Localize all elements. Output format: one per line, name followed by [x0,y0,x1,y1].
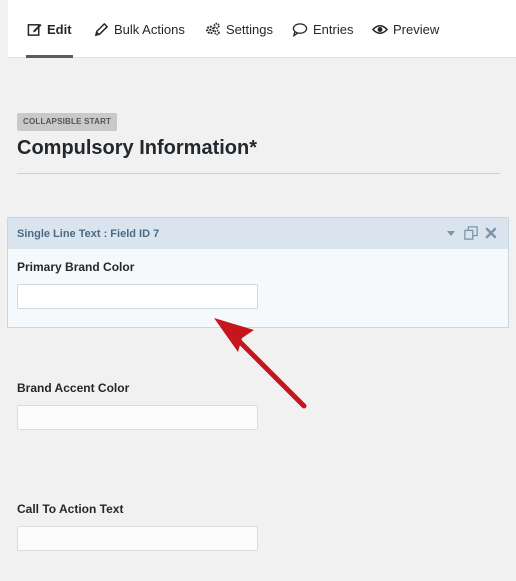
duplicate-icon[interactable] [464,226,478,240]
field-actions [444,226,498,240]
field-header-label: Single Line Text : Field ID 7 [17,227,160,240]
tab-edit-label: Edit [47,21,72,37]
pencil-icon [93,21,109,37]
tab-settings-label: Settings [226,21,273,37]
gears-icon [205,21,221,37]
edit-icon [26,21,42,37]
brand-accent-color-label: Brand Accent Color [17,381,130,395]
tab-edit[interactable]: Edit [26,0,73,58]
builder-tab-bar: Edit Bulk Actions Settings Entries Previ… [8,0,516,58]
tab-bulk-actions[interactable]: Bulk Actions [93,0,185,58]
call-to-action-text-input[interactable] [17,526,258,551]
primary-brand-color-input[interactable] [17,284,258,309]
tab-bulk-actions-label: Bulk Actions [114,21,185,37]
speech-bubble-icon [292,21,308,37]
section-divider [17,173,500,174]
tab-settings[interactable]: Settings [205,0,273,58]
call-to-action-text-label: Call To Action Text [17,502,124,516]
tab-preview-label: Preview [393,21,440,37]
section-title[interactable]: Compulsory Information* [17,137,257,160]
eye-icon [372,21,388,37]
caret-down-icon[interactable] [444,226,458,240]
tab-preview[interactable]: Preview [372,0,439,58]
primary-brand-color-label: Primary Brand Color [17,260,135,274]
tab-entries-label: Entries [313,21,354,37]
collapsible-start-badge: COLLAPSIBLE START [17,113,118,131]
close-icon[interactable] [484,226,498,240]
tab-entries[interactable]: Entries [292,0,353,58]
red-arrow-annotation [214,318,307,409]
field-header[interactable]: Single Line Text : Field ID 7 [8,218,508,249]
